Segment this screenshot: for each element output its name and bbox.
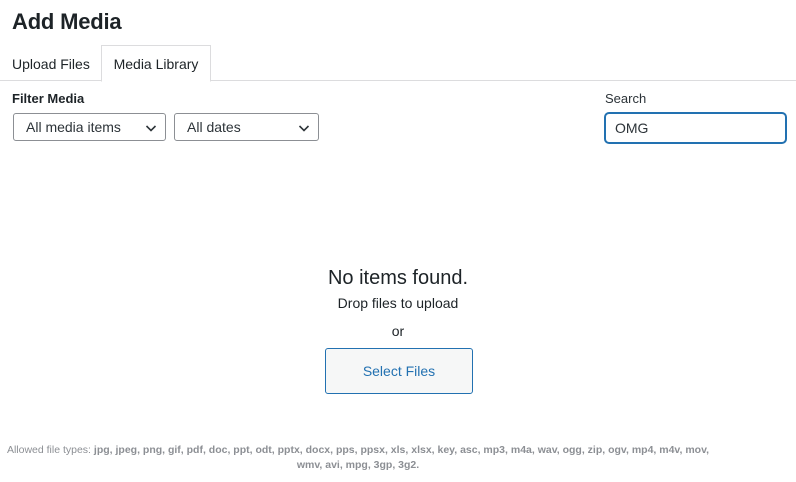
tab-media-library[interactable]: Media Library <box>101 45 211 82</box>
chevron-down-icon <box>145 125 157 132</box>
select-files-button[interactable]: Select Files <box>325 348 473 394</box>
add-media-modal: Add Media Upload Files Media Library Fil… <box>0 0 796 482</box>
modal-title: Add Media <box>12 9 122 34</box>
empty-state-title: No items found. <box>327 267 469 289</box>
media-type-select-value: All media items <box>26 119 121 135</box>
media-type-select[interactable]: All media items <box>13 113 166 141</box>
allowed-file-types-prefix: Allowed file types: <box>6 444 94 456</box>
allowed-file-types-list: jpg, jpeg, png, gif, pdf, doc, ppt, odt,… <box>93 444 710 471</box>
chevron-down-icon <box>298 125 310 132</box>
allowed-file-types: Allowed file types: jpg, jpeg, png, gif,… <box>0 443 716 473</box>
filter-media-label: Filter Media <box>12 91 85 106</box>
search-input[interactable] <box>605 113 786 143</box>
drop-files-text: Drop files to upload <box>337 295 459 311</box>
tab-upload-files[interactable]: Upload Files <box>12 45 90 81</box>
search-label: Search <box>605 91 647 106</box>
date-select-value: All dates <box>187 119 241 135</box>
or-text: or <box>391 323 405 339</box>
date-select[interactable]: All dates <box>174 113 319 141</box>
media-tabs: Upload Files Media Library <box>0 45 796 82</box>
